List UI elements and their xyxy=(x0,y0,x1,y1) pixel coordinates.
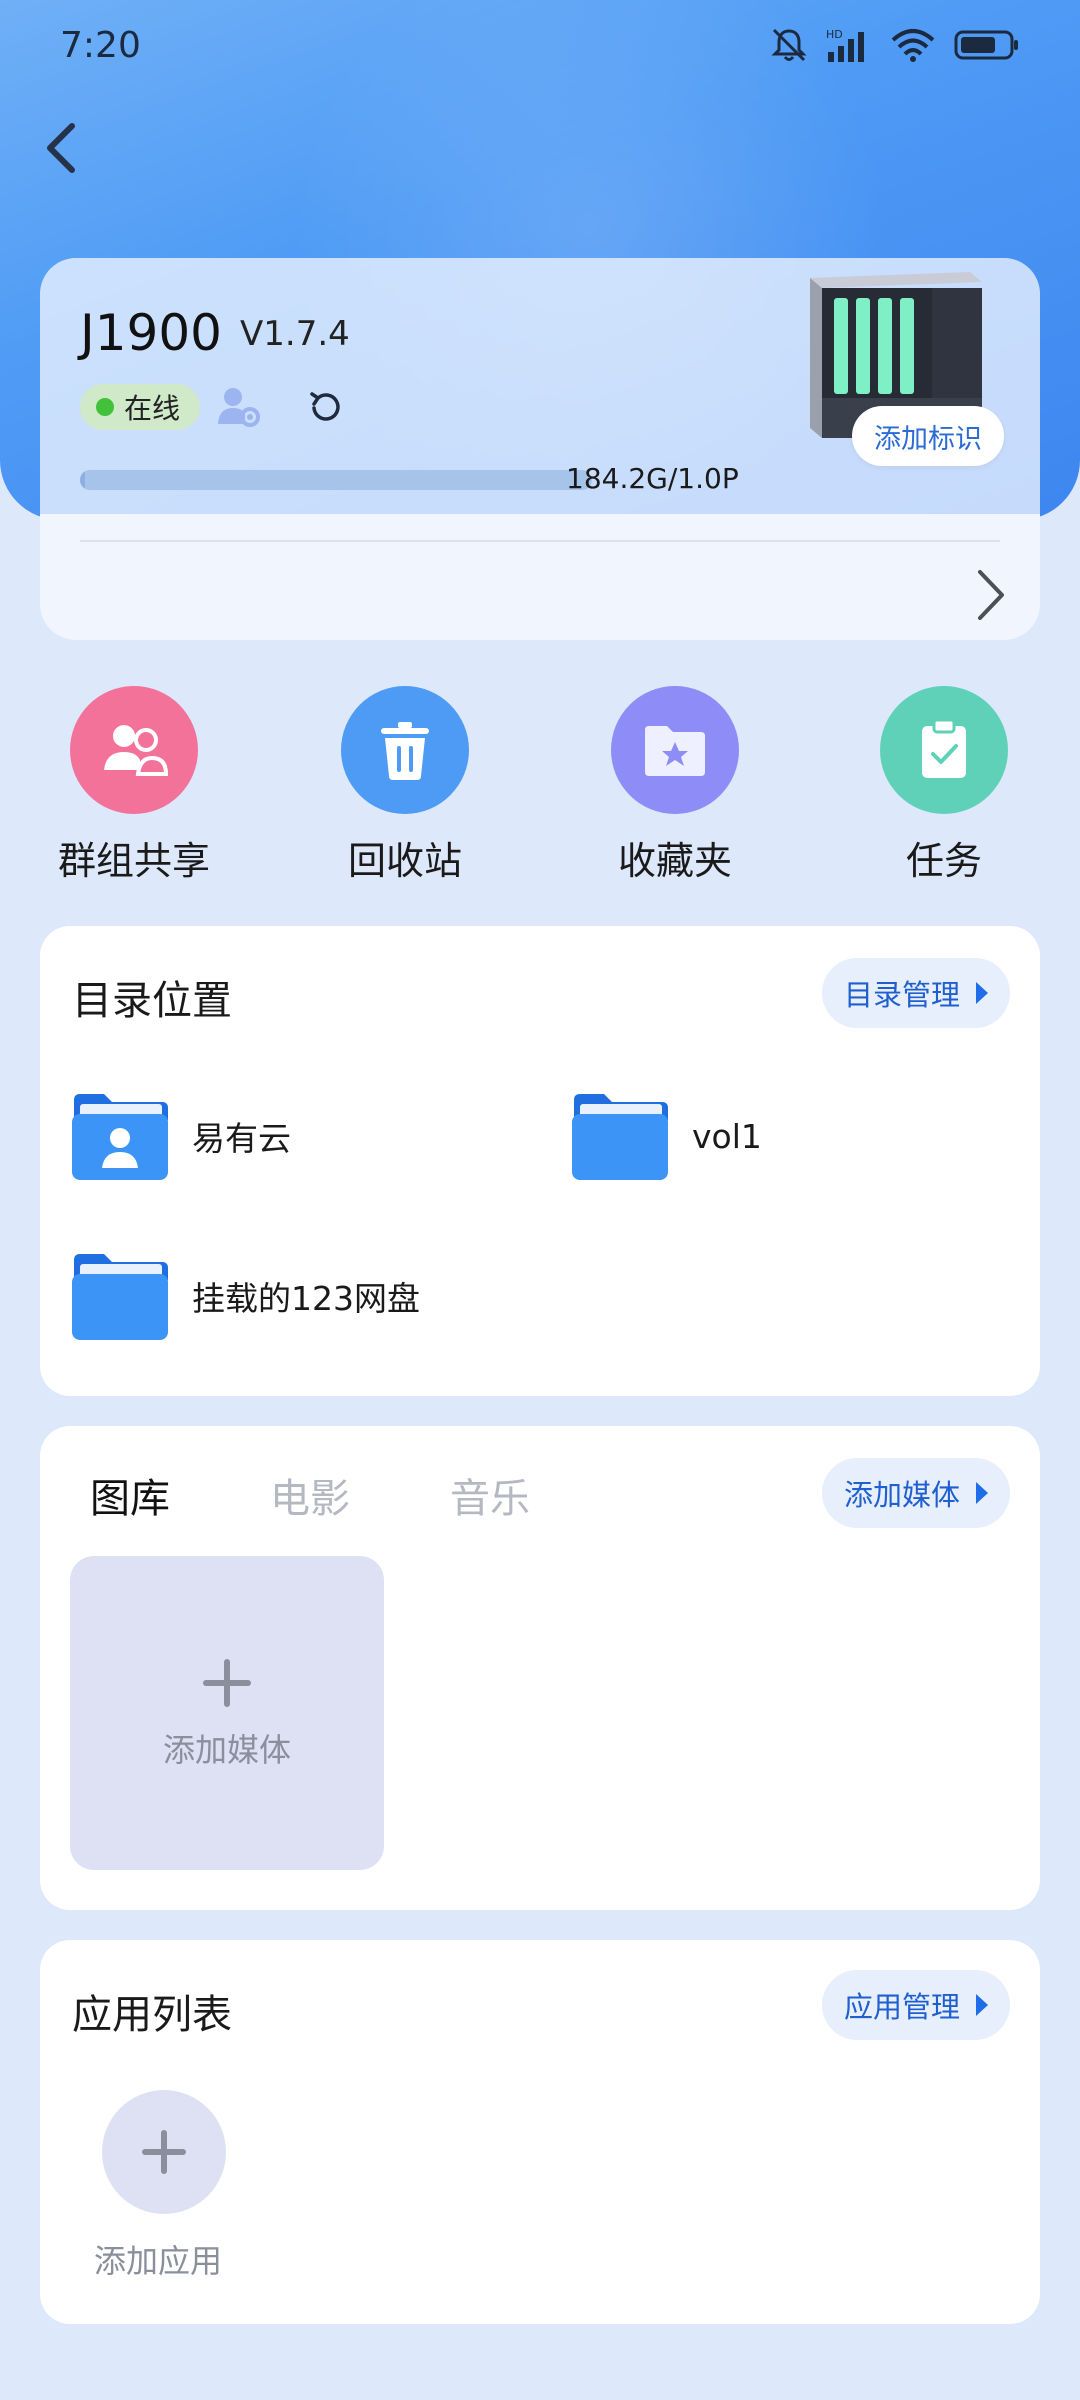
quick-label-recycle-bin: 回收站 xyxy=(347,839,462,883)
online-status-label: 在线 xyxy=(124,392,181,425)
folder-icon xyxy=(572,1094,668,1180)
tab-gallery[interactable]: 图库 xyxy=(90,1466,270,1524)
folder-item-vol1[interactable]: vol1 xyxy=(570,1090,762,1182)
quick-recycle-bin[interactable]: 回收站 xyxy=(305,686,505,885)
signal-icon: HD xyxy=(826,28,864,62)
arrow-right-icon xyxy=(976,1994,988,2016)
apps-title: 应用列表 xyxy=(72,1992,232,2038)
quick-label-tasks: 任务 xyxy=(905,839,982,883)
quick-tasks[interactable]: 任务 xyxy=(844,686,1044,885)
apps-manage-label: 应用管理 xyxy=(843,1990,960,2024)
media-tabs: 图库 电影 音乐 xyxy=(90,1466,630,1524)
add-app-label: 添加应用 xyxy=(94,2242,223,2280)
directory-manage-button[interactable]: 目录管理 xyxy=(821,958,1010,1028)
device-version: V1.7.4 xyxy=(240,314,350,354)
folder-label: vol1 xyxy=(692,1116,762,1156)
folder-label: 易有云 xyxy=(192,1119,291,1158)
plus-icon xyxy=(203,1659,251,1707)
refresh-button[interactable] xyxy=(306,388,346,428)
device-card[interactable]: J1900 V1.7.4 在线 184.2G/1.0P 添加标识 xyxy=(40,258,1040,640)
apps-panel: 应用列表 应用管理 添加应用 xyxy=(40,1940,1040,2324)
add-media-tile[interactable]: 添加媒体 xyxy=(70,1556,384,1870)
svg-text:HD: HD xyxy=(826,28,843,41)
battery-icon xyxy=(954,30,1018,60)
arrow-right-icon xyxy=(976,982,988,1004)
media-panel: 图库 电影 音乐 添加媒体 添加媒体 xyxy=(40,1426,1040,1910)
task-clipboard-icon xyxy=(880,686,1008,814)
refresh-icon xyxy=(310,392,340,421)
status-bar: 7:20 HD xyxy=(0,0,1080,90)
plus-icon xyxy=(142,2130,186,2174)
status-time: 7:20 xyxy=(60,24,141,66)
add-media-button[interactable]: 添加媒体 xyxy=(821,1458,1010,1528)
group-share-icon xyxy=(70,686,198,814)
online-status-badge: 在线 xyxy=(80,384,201,430)
directory-panel: 目录位置 目录管理 易有云 vol1 挂载的123网盘 xyxy=(40,926,1040,1396)
storage-text: 184.2G/1.0P xyxy=(566,462,739,495)
add-media-tile-label: 添加媒体 xyxy=(162,1731,291,1769)
quick-label-group-share: 群组共享 xyxy=(57,839,210,883)
back-arrow-icon xyxy=(47,123,75,173)
chevron-right-icon xyxy=(978,570,1004,620)
add-media-label: 添加媒体 xyxy=(843,1478,960,1512)
folder-icon xyxy=(72,1254,168,1340)
device-detail-chevron[interactable] xyxy=(970,560,1010,630)
folder-label: 挂载的123网盘 xyxy=(192,1279,420,1318)
mute-notification-icon xyxy=(771,28,807,62)
directory-title: 目录位置 xyxy=(72,978,232,1024)
user-settings-icon xyxy=(218,388,260,427)
add-tag-button[interactable]: 添加标识 xyxy=(852,406,1004,466)
back-button[interactable] xyxy=(32,112,92,184)
quick-actions: 群组共享 回收站 收藏夹 任务 xyxy=(0,686,1080,886)
folder-item-yiyouyun[interactable]: 易有云 xyxy=(70,1090,291,1182)
tab-music[interactable]: 音乐 xyxy=(450,1466,630,1524)
wifi-icon xyxy=(891,29,935,62)
apps-manage-button[interactable]: 应用管理 xyxy=(821,1970,1010,2040)
device-name: J1900 xyxy=(80,304,222,362)
card-divider xyxy=(80,540,1000,542)
storage-progress-bar xyxy=(80,470,592,490)
status-icons: HD xyxy=(770,26,1020,64)
user-folder-icon xyxy=(72,1094,168,1180)
quick-group-share[interactable]: 群组共享 xyxy=(34,686,234,885)
quick-favorites[interactable]: 收藏夹 xyxy=(575,686,775,885)
directory-manage-label: 目录管理 xyxy=(843,978,960,1012)
online-dot-icon xyxy=(96,398,114,416)
folder-item-123-cloud[interactable]: 挂载的123网盘 xyxy=(70,1250,420,1342)
user-settings-button[interactable] xyxy=(216,384,260,428)
trash-icon xyxy=(341,686,469,814)
device-card-bottom xyxy=(40,514,1040,640)
favorites-folder-icon xyxy=(611,686,739,814)
quick-label-favorites: 收藏夹 xyxy=(617,839,732,883)
add-app-button[interactable] xyxy=(102,2090,226,2214)
tab-movies[interactable]: 电影 xyxy=(270,1466,450,1524)
arrow-right-icon xyxy=(976,1482,988,1504)
